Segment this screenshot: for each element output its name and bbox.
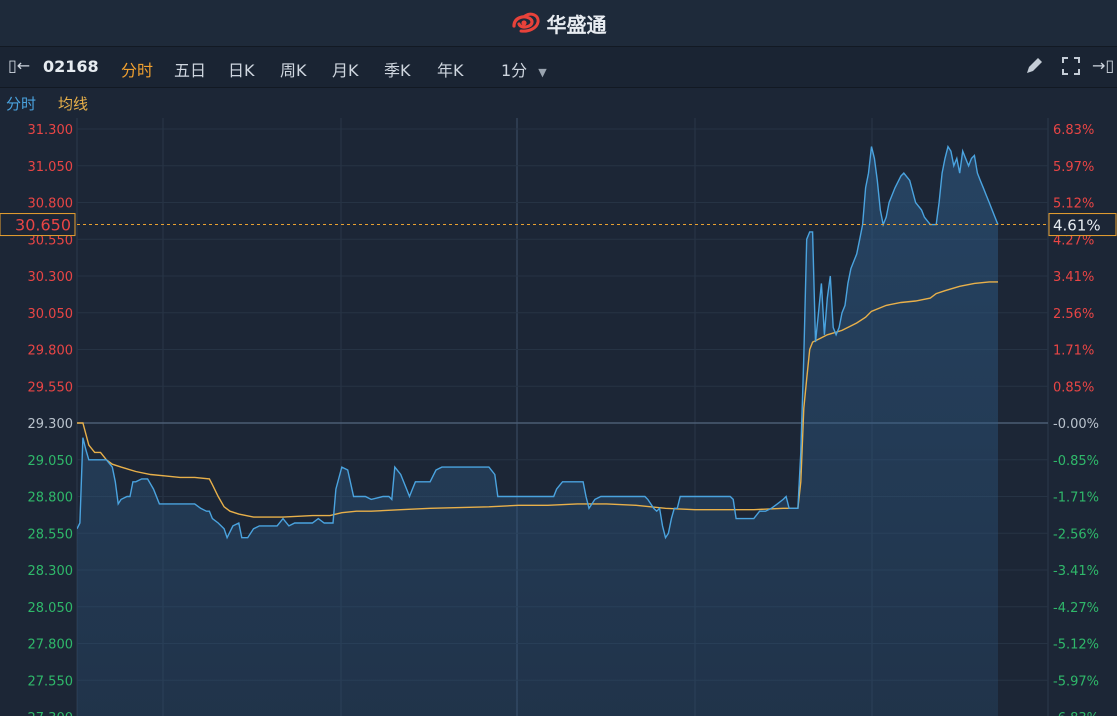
symbol-code[interactable]: 02168: [43, 57, 99, 76]
interval-label: 1分: [501, 61, 528, 80]
legend-price: 分时: [6, 95, 37, 113]
tab-year-k[interactable]: 年K: [437, 57, 464, 81]
y-tick-label-pct: -0.00%: [1053, 417, 1099, 432]
current-price-label: 30.650: [15, 216, 71, 235]
legend-avg: 均线: [58, 95, 89, 113]
app-name: 华盛通: [546, 12, 607, 37]
price-area: [77, 146, 998, 716]
y-tick-label-pct: -1.71%: [1053, 491, 1099, 506]
y-tick-label-price: 29.550: [28, 380, 74, 395]
tab-quarter-k[interactable]: 季K: [384, 57, 411, 81]
toolbar: ▯← 02168 分时 五日 日K 周K 月K 季K 年K 1分 ▼ →▯: [0, 47, 1117, 88]
tab-month-k[interactable]: 月K: [332, 57, 359, 81]
collapse-right-icon[interactable]: →▯: [1092, 56, 1114, 75]
y-tick-label-pct: 1.71%: [1053, 344, 1094, 359]
tab-five-day[interactable]: 五日: [174, 57, 206, 81]
y-tick-label-pct: -4.27%: [1053, 601, 1099, 616]
y-tick-label-price: 27.300: [28, 711, 74, 716]
y-tick-label-price: 28.050: [28, 601, 74, 616]
y-tick-label-price: 27.800: [28, 638, 74, 653]
y-tick-label-pct: -5.12%: [1053, 638, 1099, 653]
y-tick-label-price: 30.050: [28, 307, 74, 322]
y-tick-label-price: 29.300: [28, 417, 74, 432]
y-tick-label-price: 31.300: [28, 123, 74, 138]
y-tick-label-pct: 3.41%: [1053, 270, 1094, 285]
y-tick-label-pct: 5.12%: [1053, 197, 1094, 212]
y-tick-label-price: 29.050: [28, 454, 74, 469]
y-tick-label-price: 29.800: [28, 344, 74, 359]
fullscreen-icon[interactable]: [1061, 56, 1081, 80]
y-tick-label-pct: -2.56%: [1053, 527, 1099, 542]
y-tick-label-price: 30.300: [28, 270, 74, 285]
tab-fenshi[interactable]: 分时: [121, 57, 153, 81]
tab-day-k[interactable]: 日K: [228, 57, 255, 81]
y-tick-label-pct: 5.97%: [1053, 160, 1094, 175]
tab-week-k[interactable]: 周K: [280, 57, 307, 81]
brand: 华盛通: [511, 9, 607, 38]
y-tick-label-pct: -6.83%: [1053, 711, 1099, 716]
y-tick-label-pct: -5.97%: [1053, 674, 1099, 689]
y-tick-label-price: 28.800: [28, 491, 74, 506]
intraday-chart: 31.30031.05030.80030.55030.30030.05029.8…: [0, 118, 1117, 716]
chevron-down-icon: ▼: [538, 66, 547, 79]
current-change-label: 4.61%: [1053, 217, 1101, 235]
y-tick-label-pct: 2.56%: [1053, 307, 1094, 322]
y-tick-label-price: 28.300: [28, 564, 74, 579]
pencil-icon[interactable]: [1023, 55, 1045, 81]
title-bar: 华盛通: [0, 0, 1117, 47]
y-tick-label-price: 31.050: [28, 160, 74, 175]
y-tick-label-price: 28.550: [28, 527, 74, 542]
y-tick-label-pct: 6.83%: [1053, 123, 1094, 138]
brand-logo-icon: [511, 12, 540, 33]
collapse-left-icon[interactable]: ▯←: [8, 56, 30, 75]
chart-legend: 分时 均线: [0, 88, 1117, 118]
interval-select[interactable]: 1分 ▼: [501, 57, 547, 81]
y-tick-label-pct: 0.85%: [1053, 380, 1094, 395]
y-tick-label-price: 27.550: [28, 674, 74, 689]
y-tick-label-price: 30.800: [28, 197, 74, 212]
y-tick-label-pct: -3.41%: [1053, 564, 1099, 579]
y-tick-label-pct: -0.85%: [1053, 454, 1099, 469]
